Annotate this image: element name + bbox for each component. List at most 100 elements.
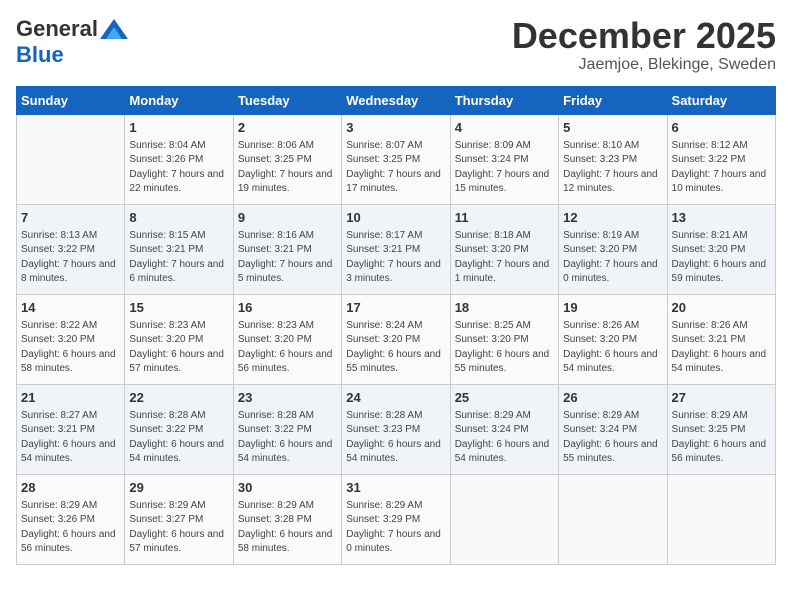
calendar-cell: 16 Sunrise: 8:23 AMSunset: 3:20 PMDayligh… [233,294,341,384]
day-number: 26 [563,389,662,407]
day-info: Sunrise: 8:29 AMSunset: 3:29 PMDaylight:… [346,499,445,557]
day-number: 9 [238,209,337,227]
day-number: 20 [672,299,771,317]
day-info: Sunrise: 8:29 AMSunset: 3:25 PMDaylight:… [672,409,771,467]
day-info: Sunrise: 8:23 AMSunset: 3:20 PMDaylight:… [129,319,228,377]
day-number: 17 [346,299,445,317]
calendar-cell: 7 Sunrise: 8:13 AMSunset: 3:22 PMDaylight… [17,204,125,294]
calendar-cell: 2 Sunrise: 8:06 AMSunset: 3:25 PMDaylight… [233,114,341,204]
calendar-cell [450,474,558,564]
calendar-cell: 30 Sunrise: 8:29 AMSunset: 3:28 PMDayligh… [233,474,341,564]
weekday-row: SundayMondayTuesdayWednesdayThursdayFrid… [17,86,776,114]
calendar-cell: 15Sunrise: 8:23 AMSunset: 3:20 PMDayligh… [125,294,233,384]
day-number: 25 [455,389,554,407]
day-info: Sunrise: 8:13 AMSunset: 3:22 PMDaylight:… [21,229,120,287]
calendar-cell: 12 Sunrise: 8:19 AMSunset: 3:20 PMDayligh… [559,204,667,294]
calendar-cell: 5Sunrise: 8:10 AMSunset: 3:23 PMDaylight… [559,114,667,204]
day-number: 2 [238,119,337,137]
calendar-cell: 14 Sunrise: 8:22 AMSunset: 3:20 PMDayligh… [17,294,125,384]
day-info: Sunrise: 8:22 AMSunset: 3:20 PMDaylight:… [21,319,120,377]
day-info: Sunrise: 8:29 AMSunset: 3:26 PMDaylight:… [21,499,120,557]
day-info: Sunrise: 8:09 AMSunset: 3:24 PMDaylight:… [455,139,554,197]
day-number: 29 [129,479,228,497]
calendar-cell: 11 Sunrise: 8:18 AMSunset: 3:20 PMDayligh… [450,204,558,294]
calendar-week-3: 14 Sunrise: 8:22 AMSunset: 3:20 PMDayligh… [17,294,776,384]
day-info: Sunrise: 8:17 AMSunset: 3:21 PMDaylight:… [346,229,445,287]
day-info: Sunrise: 8:07 AMSunset: 3:25 PMDaylight:… [346,139,445,197]
day-number: 18 [455,299,554,317]
calendar-cell: 23 Sunrise: 8:28 AMSunset: 3:22 PMDayligh… [233,384,341,474]
calendar-week-5: 28 Sunrise: 8:29 AMSunset: 3:26 PMDayligh… [17,474,776,564]
day-info: Sunrise: 8:28 AMSunset: 3:23 PMDaylight:… [346,409,445,467]
calendar-cell: 18 Sunrise: 8:25 AMSunset: 3:20 PMDayligh… [450,294,558,384]
calendar-cell: 28 Sunrise: 8:29 AMSunset: 3:26 PMDayligh… [17,474,125,564]
calendar-cell: 27 Sunrise: 8:29 AMSunset: 3:25 PMDayligh… [667,384,775,474]
calendar-cell: 6 Sunrise: 8:12 AMSunset: 3:22 PMDaylight… [667,114,775,204]
logo-icon [100,19,128,39]
day-info: Sunrise: 8:23 AMSunset: 3:20 PMDaylight:… [238,319,337,377]
calendar-week-2: 7 Sunrise: 8:13 AMSunset: 3:22 PMDaylight… [17,204,776,294]
calendar-cell [17,114,125,204]
weekday-header-monday: Monday [125,86,233,114]
title-block: December 2025 Jaemjoe, Blekinge, Sweden [512,16,776,74]
weekday-header-friday: Friday [559,86,667,114]
calendar-week-4: 21 Sunrise: 8:27 AMSunset: 3:21 PMDayligh… [17,384,776,474]
calendar-table: SundayMondayTuesdayWednesdayThursdayFrid… [16,86,776,565]
calendar-cell: 8 Sunrise: 8:15 AMSunset: 3:21 PMDaylight… [125,204,233,294]
logo-blue-text: Blue [16,42,64,68]
day-number: 27 [672,389,771,407]
day-info: Sunrise: 8:19 AMSunset: 3:20 PMDaylight:… [563,229,662,287]
calendar-body: 1Sunrise: 8:04 AMSunset: 3:26 PMDaylight… [17,114,776,564]
day-info: Sunrise: 8:26 AMSunset: 3:20 PMDaylight:… [563,319,662,377]
day-info: Sunrise: 8:06 AMSunset: 3:25 PMDaylight:… [238,139,337,197]
day-info: Sunrise: 8:21 AMSunset: 3:20 PMDaylight:… [672,229,771,287]
calendar-cell: 24 Sunrise: 8:28 AMSunset: 3:23 PMDayligh… [342,384,450,474]
day-number: 7 [21,209,120,227]
day-number: 6 [672,119,771,137]
day-info: Sunrise: 8:28 AMSunset: 3:22 PMDaylight:… [238,409,337,467]
day-number: 24 [346,389,445,407]
day-info: Sunrise: 8:29 AMSunset: 3:24 PMDaylight:… [563,409,662,467]
day-info: Sunrise: 8:16 AMSunset: 3:21 PMDaylight:… [238,229,337,287]
weekday-header-wednesday: Wednesday [342,86,450,114]
day-info: Sunrise: 8:28 AMSunset: 3:22 PMDaylight:… [129,409,228,467]
day-info: Sunrise: 8:29 AMSunset: 3:27 PMDaylight:… [129,499,228,557]
day-number: 14 [21,299,120,317]
day-number: 12 [563,209,662,227]
day-number: 19 [563,299,662,317]
calendar-cell: 3 Sunrise: 8:07 AMSunset: 3:25 PMDaylight… [342,114,450,204]
day-info: Sunrise: 8:25 AMSunset: 3:20 PMDaylight:… [455,319,554,377]
calendar-cell: 22Sunrise: 8:28 AMSunset: 3:22 PMDayligh… [125,384,233,474]
logo-general-text: General [16,16,98,42]
day-number: 30 [238,479,337,497]
day-number: 8 [129,209,228,227]
calendar-cell [667,474,775,564]
calendar-cell: 13 Sunrise: 8:21 AMSunset: 3:20 PMDayligh… [667,204,775,294]
day-number: 10 [346,209,445,227]
day-number: 21 [21,389,120,407]
page-header: General Blue December 2025 Jaemjoe, Blek… [16,16,776,74]
day-info: Sunrise: 8:29 AMSunset: 3:28 PMDaylight:… [238,499,337,557]
day-info: Sunrise: 8:12 AMSunset: 3:22 PMDaylight:… [672,139,771,197]
day-info: Sunrise: 8:24 AMSunset: 3:20 PMDaylight:… [346,319,445,377]
calendar-cell: 21 Sunrise: 8:27 AMSunset: 3:21 PMDayligh… [17,384,125,474]
calendar-cell: 9 Sunrise: 8:16 AMSunset: 3:21 PMDaylight… [233,204,341,294]
day-number: 28 [21,479,120,497]
calendar-cell: 4Sunrise: 8:09 AMSunset: 3:24 PMDaylight… [450,114,558,204]
weekday-header-saturday: Saturday [667,86,775,114]
weekday-header-tuesday: Tuesday [233,86,341,114]
day-info: Sunrise: 8:15 AMSunset: 3:21 PMDaylight:… [129,229,228,287]
day-info: Sunrise: 8:27 AMSunset: 3:21 PMDaylight:… [21,409,120,467]
calendar-cell: 19 Sunrise: 8:26 AMSunset: 3:20 PMDayligh… [559,294,667,384]
day-number: 16 [238,299,337,317]
day-number: 23 [238,389,337,407]
day-number: 5 [563,119,662,137]
weekday-header-sunday: Sunday [17,86,125,114]
calendar-cell: 26 Sunrise: 8:29 AMSunset: 3:24 PMDayligh… [559,384,667,474]
day-number: 3 [346,119,445,137]
day-number: 13 [672,209,771,227]
calendar-cell [559,474,667,564]
day-number: 11 [455,209,554,227]
day-info: Sunrise: 8:18 AMSunset: 3:20 PMDaylight:… [455,229,554,287]
calendar-header: SundayMondayTuesdayWednesdayThursdayFrid… [17,86,776,114]
